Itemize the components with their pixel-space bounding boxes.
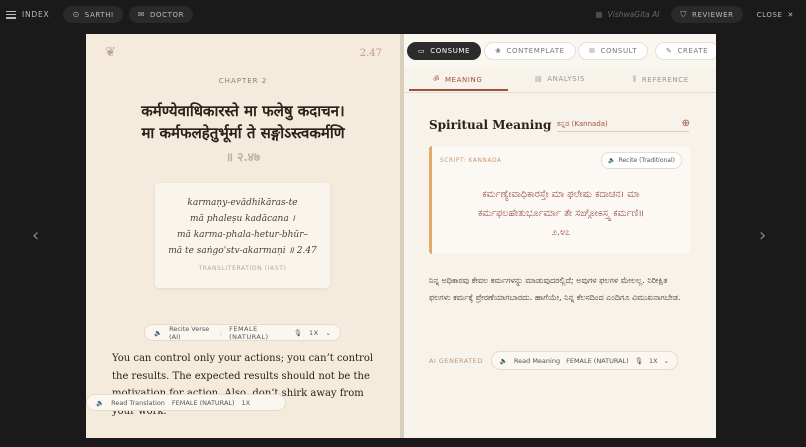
mic-icon: 🎙	[293, 328, 302, 337]
mode-consult[interactable]: ✉ CONSULT	[578, 42, 649, 60]
speaker-icon[interactable]: 🔈	[96, 399, 104, 407]
menu-icon	[6, 10, 16, 19]
transliteration-card: karmaṇy-evādhikāras-te mā phaleṣu kadāca…	[155, 183, 330, 288]
sanskrit-line-2: मा कर्मफलहेतुर्भूर्मा ते सङ्गोऽस्त्वकर्म…	[141, 124, 345, 142]
kannada-verse-line: ೨.೪೭	[551, 227, 571, 238]
book-icon: ▭	[418, 47, 426, 55]
mode-label: CONTEMPLATE	[506, 47, 565, 55]
tab-reference[interactable]: ⫼ REFERENCE	[633, 75, 689, 84]
close-button[interactable]: CLOSE ✕	[751, 11, 800, 19]
mode-label: CONSULT	[600, 47, 638, 55]
reviewer-label: REVIEWER	[692, 10, 734, 19]
script-label: SCRIPT: KANNADA	[440, 157, 502, 164]
brand-label: VishwaGita AI	[607, 10, 660, 19]
meaning-text: ನಿನ್ನ ಅಧಿಕಾರವು ಕೇವಲ ಕರ್ಮಗಳನ್ನು ಮಾಡುವುದರಲ…	[429, 276, 681, 302]
meaning-icon: ॐ	[433, 75, 440, 83]
close-label: CLOSE	[756, 10, 783, 19]
voice-select[interactable]: FEMALE (NATURAL)	[566, 357, 629, 365]
kannada-verse-line: ಕರ್ಮಣ್ಯೇವಾಧಿಕಾರಸ್ತೇ ಮಾ ಫಲೇಷು ಕದಾಚನ। ಮಾ	[482, 189, 640, 200]
sanskrit-verse-ref: ॥ २.४७	[225, 150, 261, 164]
voice-select[interactable]: FEMALE (NATURAL)	[172, 399, 235, 407]
read-meaning-player: 🔈 Read Meaning FEMALE (NATURAL) 🎙 1X ⌄	[490, 351, 679, 370]
mode-create[interactable]: ✎ CREATE	[655, 42, 716, 60]
transliteration-line: mā te saṅgo'stv-akarmaṇi ॥ 2.47	[168, 246, 317, 256]
chevron-down-icon: ⌄	[663, 356, 670, 365]
chat-icon: ✉	[589, 47, 596, 55]
verse-number: 2.47	[359, 48, 382, 59]
mode-bar: ▭ CONSUME ❀ CONTEMPLATE ✉ CONSULT ✎ CREATE	[404, 34, 716, 68]
lotus-icon: ❀	[495, 47, 502, 55]
mic-icon: 🎙	[634, 356, 643, 365]
recite-traditional-button[interactable]: 🔈 Recite (Traditional)	[601, 152, 682, 169]
kannada-verse-card: SCRIPT: KANNADA 🔈 Recite (Traditional) ಕ…	[429, 146, 690, 254]
document-icon: ▤	[535, 75, 543, 83]
tab-label: ANALYSIS	[547, 75, 586, 83]
top-bar-left: INDEX ⊙ SARTHI ✉ DOCTOR	[6, 6, 194, 23]
meaning-audio-row: AI GENERATED 🔈 Read Meaning FEMALE (NATU…	[429, 351, 679, 370]
shield-icon: ⛉	[680, 9, 688, 19]
tab-label: MEANING	[444, 75, 483, 84]
recite-verse-button[interactable]: Recite Verse (AI)	[169, 325, 213, 341]
index-label: INDEX	[22, 10, 50, 19]
grid-icon: ▦	[595, 10, 603, 19]
tab-meaning[interactable]: ॐ MEANING	[433, 75, 482, 84]
doctor-button[interactable]: ✉ DOCTOR	[128, 6, 194, 23]
speaker-icon: 🔈	[608, 157, 616, 164]
tab-analysis[interactable]: ▤ ANALYSIS	[535, 75, 585, 83]
top-bar: INDEX ⊙ SARTHI ✉ DOCTOR ▦ VishwaGita AI …	[0, 0, 806, 30]
next-arrow-icon[interactable]: ›	[759, 225, 766, 246]
chevron-down-icon: ⌄	[325, 328, 331, 337]
ai-generated-label: AI GENERATED	[429, 356, 483, 365]
verse-page: ❦ 2.47 CHAPTER 2 कर्मण्येवाधिकारस्ते मा …	[86, 34, 400, 438]
leaf-icon: ❦	[105, 45, 116, 60]
sarthi-label: SARTHI	[84, 10, 114, 19]
speed-select[interactable]: 1X	[649, 357, 658, 365]
mode-label: CONSUME	[430, 47, 471, 55]
close-icon: ✕	[787, 10, 794, 19]
recite-traditional-label: Recite (Traditional)	[618, 157, 675, 164]
transliteration-caption: TRANSLITERATION (IAST)	[198, 265, 287, 272]
transliteration-line: karmaṇy-evādhikāras-te	[187, 198, 298, 208]
sanskrit-line-1: कर्मण्येवाधिकारस्ते मा फलेषु कदाचन।	[141, 102, 345, 120]
chat-icon: ✉	[137, 10, 146, 19]
transliteration-line: mā karma-phala-hetur-bhūr–	[176, 230, 309, 240]
read-translation-button[interactable]: Read Translation	[111, 399, 165, 407]
recite-verse-player: 🔈 Recite Verse (AI) | FEMALE (NATURAL) 🎙…	[144, 324, 341, 341]
doctor-label: DOCTOR	[150, 10, 185, 19]
speaker-icon[interactable]: 🔈	[154, 329, 162, 337]
meaning-page: ▭ CONSUME ❀ CONTEMPLATE ✉ CONSULT ✎ CREATE ॐ…	[404, 34, 716, 438]
mode-contemplate[interactable]: ❀ CONTEMPLATE	[484, 42, 576, 60]
previous-arrow-icon[interactable]: ‹	[32, 225, 39, 246]
active-tab-indicator	[409, 89, 508, 91]
tab-label: REFERENCE	[641, 75, 689, 84]
compass-icon: ⊙	[72, 10, 80, 19]
reviewer-button[interactable]: ⛉ REVIEWER	[671, 6, 743, 23]
voice-select[interactable]: FEMALE (NATURAL)	[229, 325, 287, 341]
section-title: Spiritual Meaning	[429, 118, 552, 132]
top-bar-right: ▦ VishwaGita AI ⛉ REVIEWER CLOSE ✕	[596, 6, 800, 23]
chapter-label: CHAPTER 2	[218, 77, 268, 85]
read-translation-player: 🔈 Read Translation FEMALE (NATURAL) 1X	[86, 394, 286, 411]
globe-icon[interactable]: ⊕	[682, 118, 690, 129]
sarthi-button[interactable]: ⊙ SARTHI	[63, 6, 123, 23]
transliteration-line: mā phaleṣu kadācana ।	[190, 214, 295, 224]
mode-consume[interactable]: ▭ CONSUME	[407, 42, 482, 60]
language-select[interactable]: ಕನ್ನಡ (Kannada)	[557, 120, 689, 132]
kannada-verse-line: ಕರ್ಮಫಲಹೇತುರ್ಭೂರ್ಮಾ ತೇ ಸಙ್ಗೋಽಸ್ತ್ವ ಕರ್ಮಣಿ…	[477, 208, 645, 219]
speaker-icon[interactable]: 🔈	[500, 357, 508, 365]
mode-label: CREATE	[677, 47, 709, 55]
index-button[interactable]: INDEX	[6, 10, 49, 19]
speed-select[interactable]: 1X	[242, 399, 251, 407]
pen-icon: ✎	[666, 47, 673, 55]
read-meaning-button[interactable]: Read Meaning	[514, 357, 560, 365]
library-icon: ⫼	[633, 75, 637, 83]
speed-select[interactable]: 1X	[309, 329, 319, 337]
brand: ▦ VishwaGita AI	[596, 10, 660, 19]
